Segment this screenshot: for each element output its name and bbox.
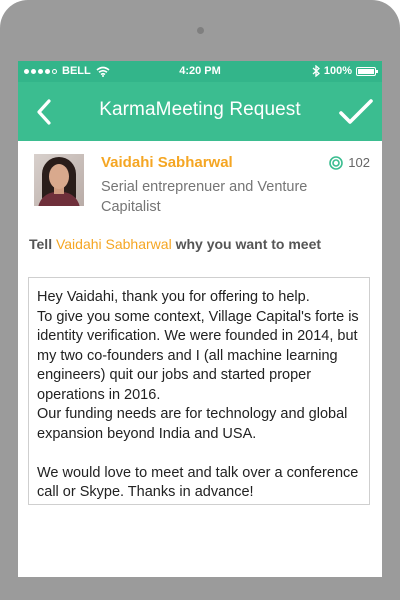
- message-textarea[interactable]: Hey Vaidahi, thank you for offering to h…: [28, 277, 370, 505]
- device-speaker: [197, 27, 204, 34]
- profile-card: Vaidahi Sabharwal 102 Serial entreprenue…: [18, 141, 382, 217]
- checkmark-icon: [339, 99, 373, 124]
- profile-title: Serial entreprenuer and Venture Capitali…: [101, 179, 308, 215]
- bluetooth-icon: [312, 65, 320, 77]
- screen: BELL 4:20 PM 100% KarmaMeeting Request V…: [18, 61, 382, 577]
- profile-name[interactable]: Vaidahi Sabharwal: [101, 154, 233, 171]
- karma-icon: [329, 155, 344, 170]
- status-right: 100%: [312, 65, 378, 77]
- prompt-name: Vaidahi Sabharwal: [55, 236, 172, 252]
- karma-count: 102: [348, 155, 370, 170]
- prompt-suffix: why you want to meet: [175, 236, 322, 252]
- avatar: [34, 154, 84, 206]
- karma-badge: 102: [329, 155, 370, 170]
- battery-percent: 100%: [323, 65, 352, 77]
- app-bar: KarmaMeeting Request: [18, 82, 382, 141]
- page-title: KarmaMeeting Request: [99, 99, 301, 120]
- status-bar: BELL 4:20 PM 100%: [18, 61, 382, 82]
- battery-icon: [356, 66, 378, 76]
- prompt-prefix: Tell: [29, 236, 53, 252]
- confirm-button[interactable]: [338, 96, 374, 128]
- meet-prompt: Tell Vaidahi Sabharwal why you want to m…: [29, 236, 321, 252]
